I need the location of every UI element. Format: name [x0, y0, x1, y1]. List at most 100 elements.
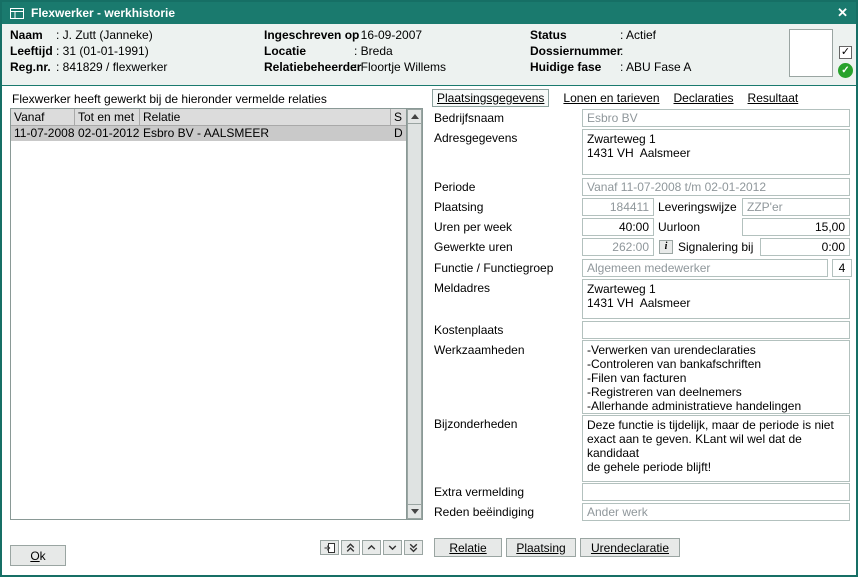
ok-button-label: Ok [30, 549, 45, 563]
regnr-label: Reg.nr. [10, 60, 51, 74]
locatie-label: Locatie [264, 44, 306, 58]
relations-caption: Flexwerker heeft gewerkt bij de hieronde… [12, 92, 327, 106]
info-button[interactable]: i [659, 240, 673, 254]
table-row[interactable]: 11-07-2008 02-01-2012 Esbro BV - AALSMEE… [11, 126, 406, 141]
relations-table: Vanaf Tot en met Relatie S 11-07-2008 02… [10, 108, 423, 520]
column-header-relatie[interactable]: Relatie [140, 109, 391, 125]
naam-value: : J. Zutt (Janneke) [56, 28, 153, 42]
reden-beeindiging-label: Reden beëindiging [434, 505, 534, 519]
meldadres-label: Meldadres [434, 281, 490, 295]
dossiernummer-value: : [620, 44, 623, 58]
photo-checkbox[interactable]: ✓ [839, 46, 852, 59]
status-label: Status [530, 28, 567, 42]
relations-table-header: Vanaf Tot en met Relatie S [11, 109, 406, 126]
uren-per-week-field[interactable]: 40:00 [582, 218, 654, 236]
reden-beeindiging-field: Ander werk [582, 503, 850, 521]
ingeschreven-op-value: : 16-09-2007 [354, 28, 422, 42]
relatie-button[interactable]: Relatie [434, 538, 502, 557]
functie-label: Functie / Functiegroep [434, 261, 553, 275]
gewerkte-uren-label: Gewerkte uren [434, 240, 513, 254]
scrollbar-thumb[interactable] [407, 124, 422, 504]
werkzaamheden-field[interactable]: -Verwerken van urendeclaraties -Controle… [582, 340, 850, 414]
leeftijd-value: : 31 (01-01-1991) [56, 44, 149, 58]
tab-resultaat[interactable]: Resultaat [748, 91, 799, 105]
bedrijfsnaam-field: Esbro BV [582, 109, 850, 127]
periode-label: Periode [434, 180, 475, 194]
huidige-fase-label: Huidige fase [530, 60, 601, 74]
tab-lonen-en-tarieven[interactable]: Lonen en tarieven [563, 91, 659, 105]
extra-vermelding-label: Extra vermelding [434, 485, 524, 499]
signalering-bij-field[interactable]: 0:00 [760, 238, 850, 256]
plaatsing-field: 184411 [582, 198, 654, 216]
ok-button[interactable]: Ok [10, 545, 66, 566]
photo-placeholder [789, 29, 833, 77]
plaatsing-button-label: Plaatsing [516, 541, 565, 555]
scroll-last-button[interactable] [404, 540, 423, 555]
uurloon-label: Uurloon [658, 220, 700, 234]
row-tot-en-met: 02-01-2012 [75, 126, 140, 141]
leveringswijze-label: Leveringswijze [658, 200, 737, 214]
functie-field: Algemeen medewerker [582, 259, 828, 277]
uren-per-week-label: Uren per week [434, 220, 512, 234]
plaatsing-button[interactable]: Plaatsing [506, 538, 576, 557]
relatiebeheerder-value: : Floortje Willems [354, 60, 446, 74]
tab-bar: Plaatsingsgegevens Lonen en tarieven Dec… [432, 88, 798, 108]
urendeclaratie-button[interactable]: Urendeclaratie [580, 538, 680, 557]
dialog-flexwerker-werkhistorie: Flexwerker - werkhistorie ✕ Naam : J. Zu… [0, 0, 858, 577]
plaatsing-label: Plaatsing [434, 200, 483, 214]
functiegroep-field[interactable]: 4 [832, 259, 852, 277]
row-relatie: Esbro BV - AALSMEER [140, 126, 391, 141]
close-button[interactable]: ✕ [837, 2, 848, 24]
kostenplaats-field[interactable] [582, 321, 850, 339]
scroll-down-icon[interactable] [407, 504, 422, 519]
dossiernummer-label: Dossiernummer [530, 44, 621, 58]
uurloon-field[interactable]: 15,00 [742, 218, 850, 236]
status-ok-icon: ✓ [838, 63, 853, 78]
double-chevron-down-icon [408, 542, 419, 553]
scroll-first-button[interactable] [341, 540, 360, 555]
window-title: Flexwerker - werkhistorie [31, 6, 175, 20]
tab-declaraties[interactable]: Declaraties [674, 91, 734, 105]
extra-vermelding-field[interactable] [582, 483, 850, 501]
bijzonderheden-field[interactable]: Deze functie is tijdelijk, maar de perio… [582, 415, 850, 482]
signalering-bij-label: Signalering bij [678, 240, 753, 254]
column-header-s[interactable]: S [391, 109, 406, 125]
person-info-header: Naam : J. Zutt (Janneke) Leeftijd : 31 (… [2, 24, 856, 86]
periode-field: Vanaf 11-07-2008 t/m 02-01-2012 [582, 178, 850, 196]
table-scrollbar[interactable] [406, 109, 422, 519]
scroll-next-button[interactable] [383, 540, 402, 555]
leveringswijze-field: ZZP'er [742, 198, 850, 216]
relatie-button-label: Relatie [449, 541, 486, 555]
adresgegevens-label: Adresgegevens [434, 131, 517, 145]
werkzaamheden-label: Werkzaamheden [434, 343, 525, 357]
gewerkte-uren-field: 262:00 [582, 238, 654, 256]
double-chevron-up-icon [345, 542, 356, 553]
scroll-up-icon[interactable] [407, 109, 422, 124]
tab-plaatsingsgegevens[interactable]: Plaatsingsgegevens [432, 89, 549, 107]
row-s: D [391, 126, 406, 141]
locatie-value: : Breda [354, 44, 393, 58]
leeftijd-label: Leeftijd [10, 44, 53, 58]
window-icon [10, 8, 24, 19]
chevron-up-icon [366, 542, 377, 553]
status-value: : Actief [620, 28, 656, 42]
title-bar: Flexwerker - werkhistorie ✕ [2, 2, 856, 24]
goto-record-button[interactable] [320, 540, 339, 555]
scroll-prev-button[interactable] [362, 540, 381, 555]
urendeclaratie-button-label: Urendeclaratie [591, 541, 669, 555]
regnr-value: : 841829 / flexwerker [56, 60, 167, 74]
column-header-tot-en-met[interactable]: Tot en met [75, 109, 140, 125]
meldadres-field[interactable]: Zwarteweg 1 1431 VH Aalsmeer [582, 279, 850, 319]
chevron-down-icon [387, 542, 398, 553]
adresgegevens-field[interactable]: Zwarteweg 1 1431 VH Aalsmeer [582, 129, 850, 175]
row-vanaf: 11-07-2008 [11, 126, 75, 141]
naam-label: Naam [10, 28, 43, 42]
bijzonderheden-label: Bijzonderheden [434, 417, 517, 431]
huidige-fase-value: : ABU Fase A [620, 60, 691, 74]
ingeschreven-op-label: Ingeschreven op [264, 28, 359, 42]
goto-record-icon [324, 542, 336, 554]
column-header-vanaf[interactable]: Vanaf [11, 109, 75, 125]
bedrijfsnaam-label: Bedrijfsnaam [434, 111, 504, 125]
relatiebeheerder-label: Relatiebeheerder [264, 60, 361, 74]
kostenplaats-label: Kostenplaats [434, 323, 503, 337]
